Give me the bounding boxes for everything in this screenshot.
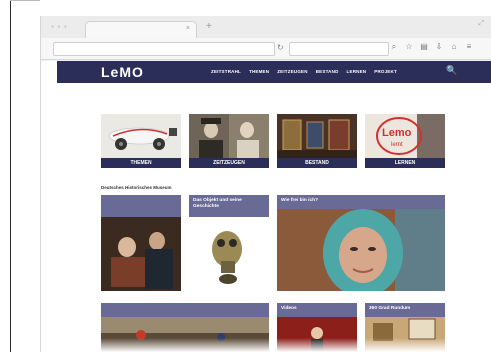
card-title — [101, 303, 269, 317]
reload-icon[interactable]: ↻ — [277, 43, 284, 52]
url-bar[interactable] — [53, 42, 275, 56]
tile-zeitzeugen[interactable]: ZEITZEUGEN — [189, 114, 269, 168]
tile-bestand[interactable]: BESTAND — [277, 114, 357, 168]
frame-line-left — [10, 0, 11, 352]
reading-list-icon[interactable]: ▤ — [419, 42, 429, 52]
card-title: Videos — [277, 303, 357, 317]
svg-text:Lemo: Lemo — [382, 127, 412, 139]
portrait-photo-image — [189, 114, 269, 158]
browser-search-input[interactable] — [289, 42, 389, 56]
toolbar-icons: ⌕ ☆ ▤ ⇩ ⌂ ≡ — [389, 42, 474, 52]
window-resize-icon[interactable]: ⤢ — [478, 20, 484, 28]
nav-item-lernen[interactable]: LERNEN — [347, 69, 367, 74]
browser-tab[interactable]: × — [85, 21, 197, 38]
search-icon[interactable]: 🔍 — [446, 65, 457, 76]
nav-item-zeitzeugen[interactable]: ZEITZEUGEN — [277, 69, 308, 74]
lemo-stamp-image: Lemo lernt — [365, 114, 445, 158]
card-title: Das Objekt und seine Geschichte — [189, 195, 269, 217]
new-tab-button[interactable]: + — [206, 22, 212, 32]
bottom-fade — [41, 338, 491, 352]
woman-portrait-image — [277, 195, 445, 291]
museum-hall-image — [277, 114, 357, 158]
card-title: Wie frei bin ich? — [277, 195, 445, 209]
home-icon[interactable]: ⌂ — [449, 42, 459, 52]
main-nav: ZEITSTRAHL THEMEN ZEITZEUGEN BESTAND LER… — [211, 69, 397, 74]
race-car-image — [101, 114, 181, 158]
card-lemo-history[interactable] — [101, 195, 181, 291]
download-icon[interactable]: ⇩ — [434, 42, 444, 52]
site-logo[interactable]: LeMO — [101, 64, 144, 80]
nav-item-bestand[interactable]: BESTAND — [316, 69, 339, 74]
frame-line-top — [10, 0, 40, 1]
card-how-free-am-i[interactable]: Wie frei bin ich? — [277, 195, 445, 291]
card-title: 360 Grad Rundum — [365, 303, 445, 317]
page-content: LeMO ZEITSTRAHL THEMEN ZEITZEUGEN BESTAN… — [41, 61, 491, 352]
tile-label: ZEITZEUGEN — [189, 158, 269, 168]
tab-bar: ● ● ● × + ⤢ — [41, 16, 491, 38]
window-dots-icon: ● ● ● — [51, 24, 68, 30]
bookmark-star-icon[interactable]: ☆ — [404, 42, 414, 52]
nav-item-themen[interactable]: THEMEN — [249, 69, 269, 74]
nav-item-zeitstrahl[interactable]: ZEITSTRAHL — [211, 69, 241, 74]
menu-icon[interactable]: ≡ — [464, 42, 474, 52]
section-title-left: Deutsches Historisches Museum — [101, 185, 172, 190]
tile-themen[interactable]: THEMEN — [101, 114, 181, 168]
browser-window: ● ● ● × + ⤢ ↻ ⌕ ☆ ▤ ⇩ ⌂ ≡ LeMO ZEITSTRAH… — [40, 16, 491, 352]
card-title — [101, 195, 181, 217]
card-object-story[interactable]: Das Objekt und seine Geschichte — [189, 195, 269, 291]
tile-label: BESTAND — [277, 158, 357, 168]
nav-item-projekt[interactable]: PROJEKT — [374, 69, 397, 74]
site-header: LeMO ZEITSTRAHL THEMEN ZEITZEUGEN BESTAN… — [57, 61, 491, 83]
svg-text:lernt: lernt — [391, 142, 403, 148]
tile-lernen[interactable]: Lemo lernt LERNEN — [365, 114, 445, 168]
tile-label: THEMEN — [101, 158, 181, 168]
close-icon[interactable]: × — [186, 25, 190, 32]
search-icon[interactable]: ⌕ — [389, 42, 399, 52]
tile-label: LERNEN — [365, 158, 445, 168]
browser-toolbar: ↻ ⌕ ☆ ▤ ⇩ ⌂ ≡ — [41, 38, 491, 60]
